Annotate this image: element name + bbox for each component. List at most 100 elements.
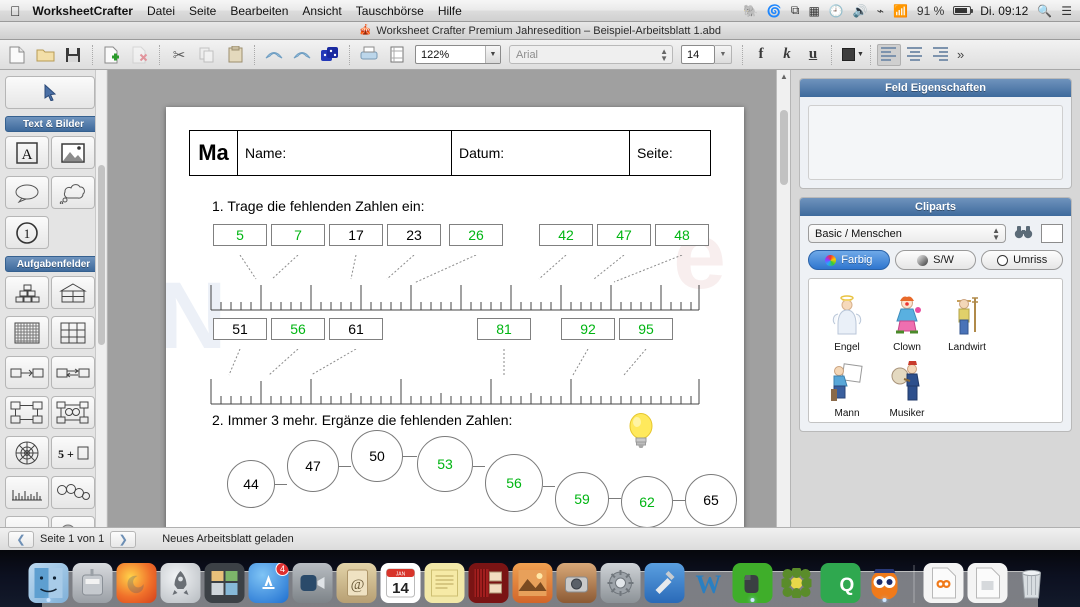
dotted-grid-tool[interactable]: [5, 316, 49, 349]
cut-button[interactable]: ✂: [166, 43, 192, 67]
number-box[interactable]: 48: [655, 224, 709, 246]
number-line-tool[interactable]: [5, 476, 49, 509]
dock-item-iphoto[interactable]: [512, 563, 553, 603]
page-cell[interactable]: Seite:: [629, 130, 711, 176]
menu-item-hilfe[interactable]: Hilfe: [438, 4, 462, 18]
apple-menu-icon[interactable]: : [10, 4, 21, 18]
chain-bubble[interactable]: 53: [417, 436, 473, 492]
chain-bubble[interactable]: 56: [485, 454, 543, 512]
clipart-item-engel[interactable]: Engel: [817, 287, 877, 353]
double-arrow-chain-tool[interactable]: [51, 356, 95, 389]
menu-clock[interactable]: Di. 09:12: [980, 4, 1028, 18]
open-folder-button[interactable]: [32, 43, 58, 67]
delete-page-button[interactable]: [127, 43, 153, 67]
page-layout-button[interactable]: [384, 43, 410, 67]
dock-item-photo-booth[interactable]: [468, 563, 509, 603]
dock-item-image-capture[interactable]: [556, 563, 597, 603]
dock-item-facetime[interactable]: [292, 563, 333, 603]
worksheet-canvas[interactable]: e N Ma Name: Datum: Seite: 1. Trage die …: [108, 70, 790, 550]
chevron-up-icon[interactable]: ▲: [780, 72, 788, 81]
number-box[interactable]: 17: [329, 224, 383, 246]
dock-item-plant-app[interactable]: [777, 563, 817, 603]
number-box[interactable]: 7: [271, 224, 325, 246]
chain-bubble[interactable]: 50: [351, 430, 403, 482]
volume-status-icon[interactable]: 🔊: [853, 4, 868, 18]
bold-button[interactable]: f: [749, 44, 773, 66]
menu-item-bearbeiten[interactable]: Bearbeiten: [230, 4, 288, 18]
clipart-item-landwirt[interactable]: Landwirt: [937, 287, 997, 353]
dock-item-system-preferences[interactable]: [600, 563, 641, 603]
font-name-field[interactable]: Arial ▲ ▼: [509, 45, 673, 64]
chain-bubble[interactable]: 62: [621, 476, 673, 528]
dock-item-dashboard[interactable]: [204, 563, 245, 603]
menu-item-ansicht[interactable]: Ansicht: [302, 4, 341, 18]
save-button[interactable]: [60, 43, 86, 67]
bluetooth-status-icon[interactable]: ⌁: [877, 4, 884, 18]
menu-item-datei[interactable]: Datei: [147, 4, 175, 18]
clipart-mode-farbig[interactable]: Farbig: [808, 250, 890, 270]
number-pyramid-tool[interactable]: [5, 276, 49, 309]
field-properties-empty-area[interactable]: [808, 105, 1063, 180]
italic-button[interactable]: k: [775, 44, 799, 66]
flow-network-nodes-tool[interactable]: [51, 396, 95, 429]
pointer-tool[interactable]: [5, 76, 95, 109]
number-box[interactable]: 56: [271, 318, 325, 340]
chevron-down-icon[interactable]: ▼: [485, 46, 500, 63]
prev-page-button[interactable]: ❮: [8, 530, 34, 548]
numbering-tool[interactable]: 1: [5, 216, 49, 249]
clipart-grid[interactable]: Engel Clown Landwirt Mann Musiker: [808, 278, 1063, 423]
calc-equation-tool[interactable]: 5 +: [51, 436, 95, 469]
number-box[interactable]: 42: [539, 224, 593, 246]
chain-bubble[interactable]: 65: [685, 474, 737, 526]
next-page-button[interactable]: ❯: [110, 530, 137, 548]
name-cell[interactable]: Name:: [237, 130, 452, 176]
number-house-tool[interactable]: [51, 276, 95, 309]
clipart-item-clown[interactable]: Clown: [877, 287, 937, 353]
dock-item-evernote[interactable]: [732, 563, 773, 603]
clipart-color-swatch[interactable]: [1041, 224, 1063, 243]
clipart-mode-sw[interactable]: S/W: [894, 250, 977, 270]
thought-bubble-tool[interactable]: [51, 176, 95, 209]
dock-item-firefox[interactable]: [116, 563, 157, 603]
redo-button[interactable]: [289, 43, 315, 67]
text-color-button[interactable]: ▼: [842, 48, 864, 61]
dock-item-launchpad[interactable]: [160, 563, 201, 603]
dock-item-calendar[interactable]: JAN 14: [380, 563, 421, 603]
dock-item-finder[interactable]: [28, 563, 69, 603]
number-chain-tool[interactable]: [51, 476, 95, 509]
print-button[interactable]: [356, 43, 382, 67]
search-icon[interactable]: 🔍: [1037, 4, 1052, 18]
airplay-status-icon[interactable]: ⧉: [791, 3, 800, 18]
dock-item-app-store[interactable]: 4: [248, 563, 289, 603]
number-wheel-tool[interactable]: [5, 436, 49, 469]
binoculars-icon[interactable]: [1014, 225, 1033, 242]
clipart-category-select[interactable]: Basic / Menschen ▲ ▼: [808, 224, 1006, 243]
number-line-2[interactable]: 51 56 61 81 92 95: [199, 318, 711, 405]
menu-app-name[interactable]: WorksheetCrafter: [33, 4, 133, 18]
timemachine-status-icon[interactable]: 🕘: [829, 4, 844, 18]
text-field-tool[interactable]: A: [5, 136, 49, 169]
dock-item-worksheet-crafter[interactable]: [865, 563, 905, 603]
worksheet-page[interactable]: e N Ma Name: Datum: Seite: 1. Trage die …: [166, 107, 744, 532]
number-box[interactable]: 92: [561, 318, 615, 340]
dock-item-worksheet-document[interactable]: [923, 563, 964, 603]
font-size-dropdown-icon[interactable]: ▼: [715, 45, 732, 64]
align-center-button[interactable]: [903, 44, 927, 66]
add-page-button[interactable]: [99, 43, 125, 67]
chain-bubble[interactable]: 47: [287, 440, 339, 492]
palette-scrollbar[interactable]: ▼: [95, 70, 106, 550]
number-chain[interactable]: 44 47 50 53 56 59 62 65: [209, 428, 737, 528]
align-left-button[interactable]: [876, 43, 901, 66]
chain-bubble[interactable]: 44: [227, 460, 275, 508]
align-right-button[interactable]: [929, 44, 953, 66]
dock-item-xcode[interactable]: [644, 563, 685, 603]
number-box[interactable]: 95: [619, 318, 673, 340]
clipart-mode-umriss[interactable]: Umriss: [981, 250, 1064, 270]
number-box[interactable]: 23: [387, 224, 441, 246]
dock-item-word[interactable]: W: [689, 563, 729, 603]
number-box[interactable]: 26: [449, 224, 503, 246]
dropbox-status-icon[interactable]: 🌀: [767, 4, 782, 18]
task1-instruction[interactable]: 1. Trage die fehlenden Zahlen ein:: [212, 198, 711, 214]
stepper-icon[interactable]: ▲ ▼: [660, 47, 668, 62]
palette-scroll-thumb[interactable]: [98, 165, 105, 345]
